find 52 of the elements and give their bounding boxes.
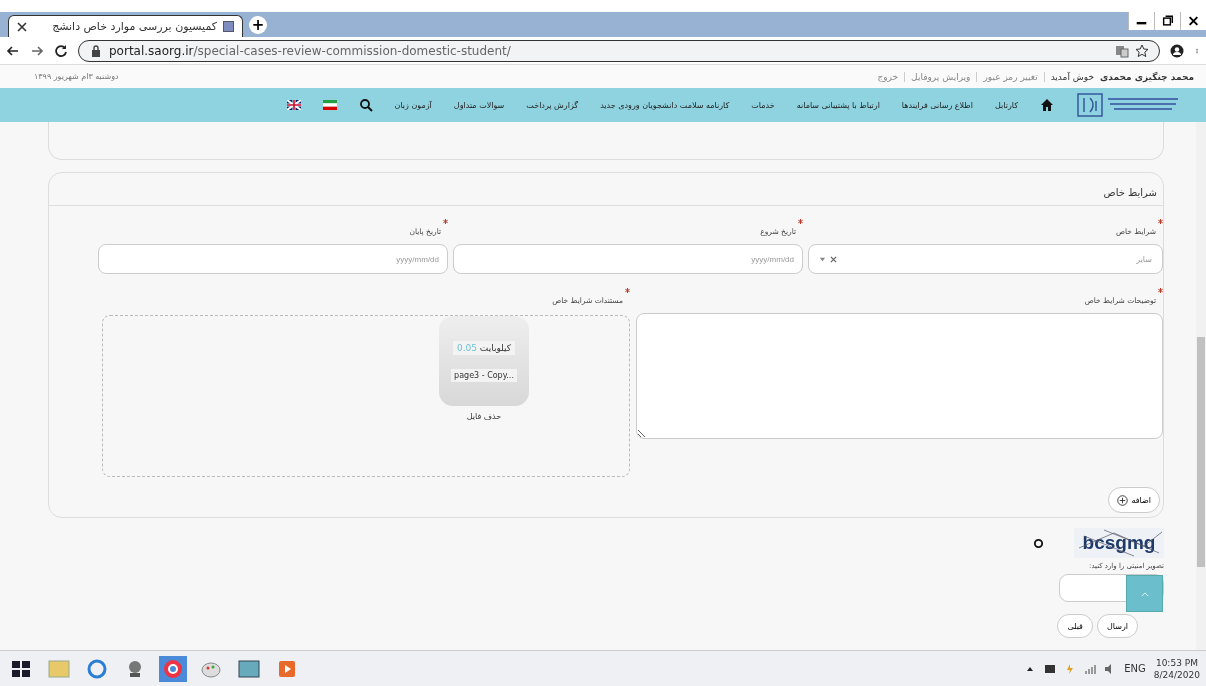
search-icon[interactable] <box>358 98 373 112</box>
account-link[interactable]: خروج <box>877 71 906 82</box>
remove-file-link[interactable]: حذف فایل <box>466 412 502 421</box>
caret-down-icon[interactable] <box>819 255 826 263</box>
new-tab-button[interactable]: + <box>249 16 267 34</box>
translate-icon[interactable] <box>1115 43 1129 58</box>
nav-link[interactable]: گزارش پرداخت <box>526 100 579 110</box>
browser-tab[interactable]: کمیسیون بررسی موارد خاص دانشج <box>8 15 243 37</box>
add-button[interactable]: اضافه <box>1108 487 1160 513</box>
nav-link[interactable]: خدمات <box>751 100 775 110</box>
account-link[interactable]: ویرایش پروفایل <box>911 71 978 82</box>
chevron-up-icon <box>1140 592 1149 597</box>
captcha-image: bcsgmg <box>1074 528 1164 558</box>
close-icon[interactable] <box>1180 12 1206 30</box>
forward-arrow-icon[interactable] <box>30 43 44 58</box>
clear-icon[interactable] <box>830 255 837 263</box>
nav-link[interactable]: اطلاع رسانی فرایندها <box>901 100 973 110</box>
file-name: page3 - Copy... <box>451 368 517 382</box>
user-name: محمد چنگیزی محمدی <box>1100 71 1194 82</box>
scrollbar[interactable] <box>1196 122 1206 650</box>
account-icon[interactable] <box>1170 43 1184 58</box>
address-bar[interactable]: portal.saorg.ir/special-cases-review-commission-domestic-student/ <box>78 39 1160 62</box>
site-favicon <box>223 21 234 32</box>
form-button[interactable]: ارسال <box>1096 614 1138 638</box>
restore-icon[interactable] <box>1154 12 1180 30</box>
home-icon[interactable] <box>1040 98 1054 112</box>
clock[interactable]: 10:53 PM 8/24/2020 <box>1153 656 1200 681</box>
star-icon[interactable] <box>1135 43 1149 58</box>
form-button[interactable]: قبلی <box>1057 614 1093 638</box>
keyboard-icon[interactable] <box>1044 662 1057 675</box>
nav-link[interactable]: کارتابل <box>994 100 1018 110</box>
back-arrow-icon[interactable] <box>6 43 20 58</box>
reload-icon[interactable] <box>54 43 68 58</box>
language-indicator[interactable]: ENG <box>1124 663 1146 674</box>
iran-flag-icon[interactable] <box>322 100 337 110</box>
nav-link[interactable]: ارتباط با پشتیبانی سامانه <box>796 100 880 110</box>
date-text: دوشنبه ۳ام شهریور ۱۳۹۹ <box>34 72 119 81</box>
refresh-icon[interactable] <box>1033 537 1044 549</box>
plus-icon <box>1117 494 1129 506</box>
nav-link[interactable]: سوالات متداول <box>453 100 505 110</box>
account-link[interactable]: تغییر رمز عبور <box>983 71 1045 82</box>
description-field[interactable] <box>636 313 1163 439</box>
nav-link[interactable]: کارنامه سلامت دانشجویان ورودی جدید <box>600 100 730 110</box>
close-icon[interactable] <box>17 21 27 32</box>
welcome-text: خوش آمدید <box>1050 71 1094 82</box>
lock-icon <box>89 43 103 58</box>
date-field[interactable]: yyyy/mm/dd <box>98 244 448 274</box>
date-field[interactable]: yyyy/mm/dd <box>453 244 803 274</box>
nav-link[interactable]: آزمون زبان <box>394 100 432 110</box>
section-title: شرایط خاص <box>1103 187 1157 198</box>
minimize-icon[interactable] <box>1128 12 1154 30</box>
uk-flag-icon[interactable] <box>286 100 301 110</box>
